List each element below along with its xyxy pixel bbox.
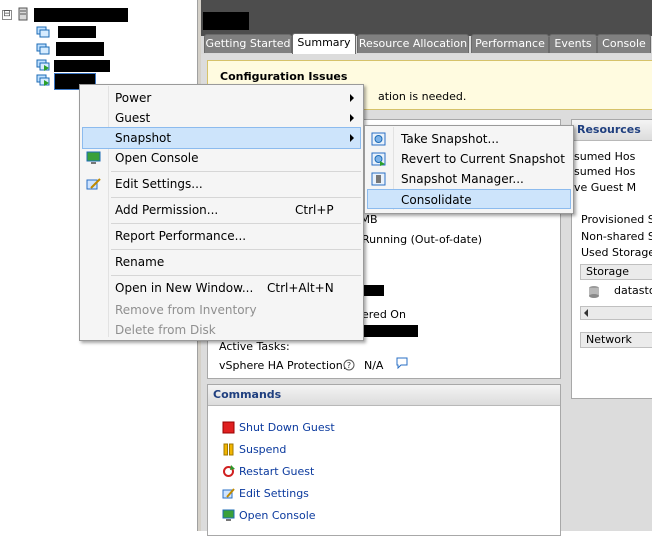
tab-resource-allocation[interactable]: Resource Allocation [357, 34, 469, 53]
vm-context-menu: Power Guest Snapshot Open Console Edit S… [79, 84, 364, 341]
menu-separator [111, 171, 361, 172]
tab-events[interactable]: Events [549, 34, 597, 53]
used-storage-label: Used Storage: [581, 246, 652, 259]
vm-icon [36, 43, 50, 55]
nonshared-storage-label: Non-shared Sto [581, 230, 652, 243]
commands-title: Commands [208, 385, 560, 406]
open-new-window-shortcut: Ctrl+Alt+N [267, 281, 334, 295]
storage-column-header[interactable]: Storage [580, 264, 652, 280]
menu-item-open-console[interactable]: Open Console [82, 148, 361, 168]
menu-separator [111, 197, 361, 198]
menu-item-take-snapshot[interactable]: Take Snapshot... [367, 129, 571, 149]
menu-item-rename[interactable]: Rename [82, 252, 361, 272]
console-icon [86, 151, 101, 164]
tab-getting-started[interactable]: Getting Started [204, 34, 292, 53]
vm-running-icon [36, 59, 50, 71]
revert-snapshot-icon [371, 152, 386, 166]
tab-performance[interactable]: Performance [471, 34, 549, 53]
tree-item-vm[interactable] [36, 58, 116, 74]
stop-icon [222, 421, 235, 434]
snapshot-manager-icon [371, 172, 386, 186]
console-icon [222, 509, 235, 521]
commands-panel: Commands Shut Down Guest Suspend Restart… [207, 384, 561, 536]
state-powered-on: ered On [362, 308, 406, 321]
collapse-expander[interactable]: ⊟ [2, 10, 12, 20]
menu-item-revert-snapshot[interactable]: Revert to Current Snapshot [367, 149, 571, 169]
submenu-arrow-icon [350, 134, 354, 142]
resources-line: sumed Hos [574, 165, 636, 178]
add-permission-shortcut: Ctrl+P [295, 203, 334, 217]
menu-item-open-new-window[interactable]: Open in New Window... Ctrl+Alt+N [82, 278, 361, 298]
scroll-left-icon[interactable] [584, 309, 588, 317]
snapshot-submenu: Take Snapshot... Revert to Current Snaps… [364, 125, 574, 214]
tab-console[interactable]: Console [597, 34, 651, 53]
help-icon[interactable]: ? [343, 359, 355, 371]
menu-separator [111, 249, 361, 250]
active-tasks-label: Active Tasks: [219, 340, 290, 353]
tree-item-vm[interactable] [36, 25, 116, 41]
tab-strip: Getting Started Summary Resource Allocat… [201, 33, 652, 54]
title-bar [201, 0, 652, 36]
pause-icon [223, 443, 234, 456]
resources-title: Resources [572, 120, 652, 141]
edit-settings-icon [222, 488, 235, 499]
redacted-vm-title [203, 12, 249, 30]
menu-item-power[interactable]: Power [82, 88, 361, 108]
provisioned-storage-label: Provisioned Sto [581, 213, 652, 226]
menu-item-remove-from-inventory: Remove from Inventory [115, 303, 257, 317]
ha-protection-value: N/A [364, 359, 384, 372]
menu-item-snapshot[interactable]: Snapshot [82, 127, 361, 149]
menu-item-delete-from-disk: Delete from Disk [115, 323, 216, 337]
redacted-vm-name [54, 60, 110, 72]
configuration-issues-title: Configuration Issues [220, 70, 348, 83]
svg-text:?: ? [347, 361, 351, 370]
horizontal-scrollbar[interactable] [580, 306, 652, 320]
ha-protection-label: vSphere HA Protection: [219, 359, 347, 372]
tree-item-vm[interactable] [36, 42, 116, 58]
resources-line: ve Guest M [574, 181, 637, 194]
host-icon [18, 7, 28, 21]
tree-item-host[interactable] [16, 7, 136, 23]
network-column-header[interactable]: Network [580, 332, 652, 348]
menu-item-add-permission[interactable]: Add Permission... Ctrl+P [82, 200, 361, 220]
redacted-vm-name [58, 26, 96, 38]
redacted-host-name [34, 8, 128, 22]
submenu-arrow-icon [350, 114, 354, 122]
vm-icon [36, 26, 50, 38]
menu-separator [111, 275, 361, 276]
redacted-vm-name [56, 42, 104, 56]
take-snapshot-icon [371, 132, 386, 146]
datastore-name[interactable]: datasto [614, 284, 652, 297]
configuration-issues-text: ation is needed. [378, 90, 467, 103]
menu-item-edit-settings[interactable]: Edit Settings... [82, 174, 361, 194]
resources-panel: Resources sumed Hos sumed Hos ve Guest M… [571, 119, 652, 399]
menu-separator [111, 223, 361, 224]
submenu-arrow-icon [350, 94, 354, 102]
menu-item-consolidate[interactable]: Consolidate [367, 189, 571, 209]
vmware-tools-status: Running (Out-of-date) [362, 233, 483, 246]
datastore-icon [589, 286, 599, 298]
menu-item-report-performance[interactable]: Report Performance... [82, 226, 361, 246]
vm-running-icon [36, 74, 50, 86]
menu-item-snapshot-manager[interactable]: Snapshot Manager... [367, 169, 571, 189]
tab-summary[interactable]: Summary [292, 33, 356, 54]
edit-settings-icon [86, 178, 101, 190]
redacted-value [362, 285, 384, 296]
restart-icon [223, 465, 235, 477]
resources-line: sumed Hos [574, 150, 636, 163]
comment-icon[interactable] [396, 357, 408, 369]
menu-item-guest[interactable]: Guest [82, 108, 361, 128]
